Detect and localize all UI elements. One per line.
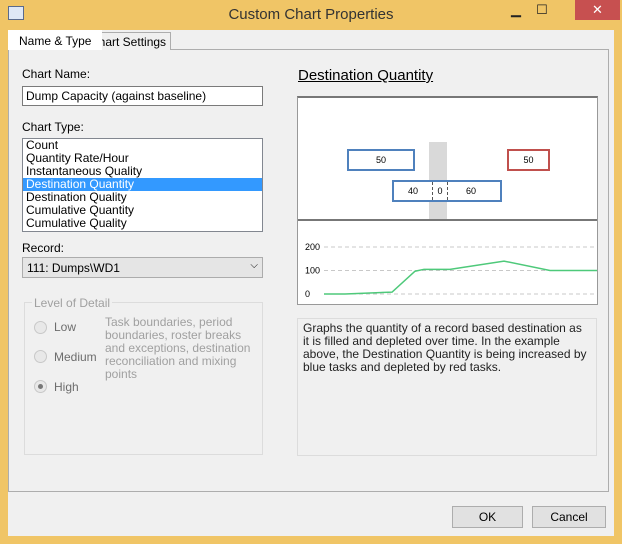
level-of-detail-title: Level of Detail	[32, 296, 113, 310]
radio-high[interactable]	[34, 380, 47, 393]
split-value: 0	[432, 182, 448, 200]
red-task-box: 50	[507, 149, 550, 171]
radio-high-label: High	[54, 380, 79, 394]
quantity-series-line	[324, 260, 597, 295]
chart-type-label: Chart Type:	[22, 120, 84, 134]
blue-task-box: 50	[347, 149, 415, 171]
record-select[interactable]: 111: Dumps\WD1 ⌵	[22, 257, 263, 278]
y-tick-label: 0	[305, 289, 310, 299]
tab-name-type[interactable]: Name & Type	[8, 30, 103, 50]
radio-medium[interactable]	[34, 350, 47, 363]
maximize-button[interactable]: ☐	[528, 0, 556, 20]
chart-preview: 50 50 40 0 60 200 100 0	[297, 96, 598, 305]
split-value: 40	[407, 186, 418, 196]
chart-type-description: Graphs the quantity of a record based de…	[297, 318, 597, 456]
radio-low-label: Low	[54, 320, 77, 334]
radio-low[interactable]	[34, 321, 47, 334]
chart-name-input[interactable]: Dump Capacity (against baseline)	[22, 86, 263, 106]
split-value: 60	[465, 186, 476, 196]
radio-medium-label: Medium	[54, 350, 97, 364]
quantity-line-chart: 200 100 0	[305, 242, 597, 299]
record-label: Record:	[22, 241, 65, 255]
chart-type-option[interactable]: Cumulative Quality	[23, 217, 262, 230]
ok-button[interactable]: OK	[452, 506, 523, 528]
y-tick-label: 100	[305, 266, 320, 276]
preview-title: Destination Quantity	[298, 67, 434, 84]
cancel-button[interactable]: Cancel	[532, 506, 606, 528]
record-value: 111: Dumps\WD1	[27, 261, 120, 275]
title-bar: Custom Chart Properties ▁ ☐ ✕	[0, 0, 622, 30]
chart-type-listbox[interactable]: Count Quantity Rate/Hour Instantaneous Q…	[22, 138, 263, 232]
close-button[interactable]: ✕	[575, 0, 620, 20]
y-tick-label: 200	[305, 242, 320, 252]
blue-split-task-box: 40 0 60	[392, 180, 502, 202]
level-of-detail-description: Task boundaries, period boundaries, rost…	[105, 315, 251, 381]
chart-name-label: Chart Name:	[22, 67, 91, 81]
chevron-down-icon: ⌵	[250, 260, 258, 271]
minimize-button[interactable]: ▁	[502, 0, 530, 20]
